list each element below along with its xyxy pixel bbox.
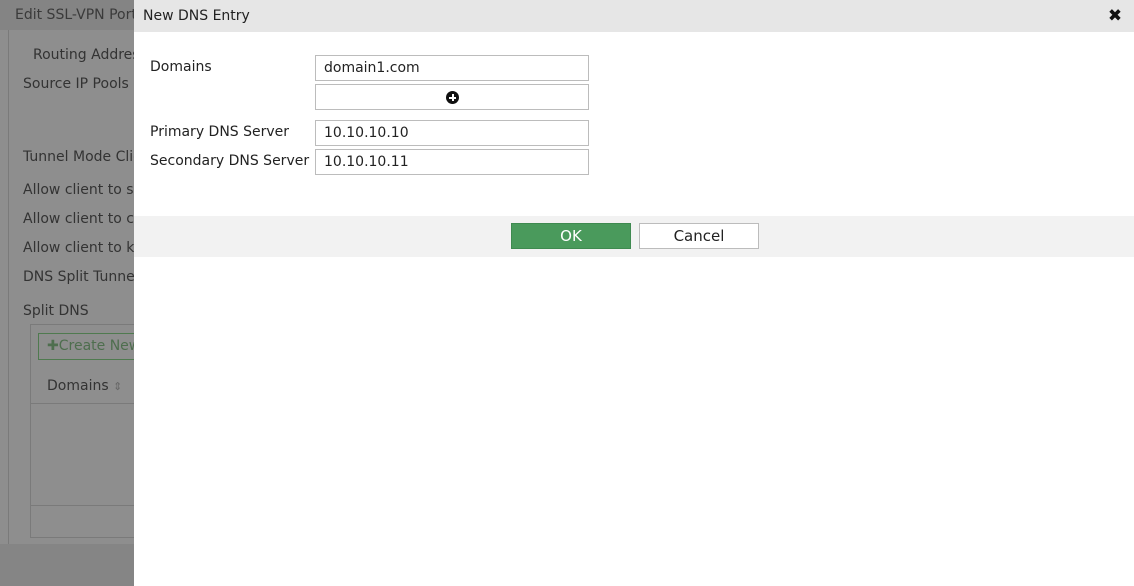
plus-circle-icon	[446, 91, 459, 104]
ok-button[interactable]: OK	[511, 223, 631, 249]
domain-input[interactable]	[315, 55, 589, 81]
bg-label-routing-address: Routing Addres	[33, 47, 140, 63]
bg-label-source-ip-pools: Source IP Pools	[23, 76, 129, 92]
add-domain-button[interactable]	[315, 84, 589, 110]
dialog-footer: OK Cancel	[134, 216, 1134, 257]
background-table-header-domains: Domains ⇕	[31, 368, 139, 404]
secondary-dns-input[interactable]	[315, 149, 589, 175]
bg-label-tunnel-mode: Tunnel Mode Clie	[23, 149, 142, 165]
secondary-dns-label: Secondary DNS Server	[150, 153, 310, 169]
new-dns-entry-dialog: New DNS Entry ✖ Domains Primary DNS Serv…	[134, 0, 1134, 586]
bg-label-allow-keep: Allow client to ke	[23, 240, 143, 256]
close-icon[interactable]: ✖	[1106, 6, 1124, 26]
dialog-header: New DNS Entry ✖	[134, 0, 1134, 32]
primary-dns-input[interactable]	[315, 120, 589, 146]
cancel-button[interactable]: Cancel	[639, 223, 759, 249]
bg-label-dns-split-tunnel: DNS Split Tunnel	[23, 269, 139, 285]
primary-dns-label: Primary DNS Server	[150, 124, 290, 140]
plus-icon: ✚	[47, 338, 59, 354]
bg-label-allow-save: Allow client to sa	[23, 182, 143, 198]
background-create-new-button: ✚Create New	[38, 333, 138, 360]
sort-icon: ⇕	[113, 380, 123, 393]
bg-label-allow-connect: Allow client to co	[23, 211, 143, 227]
dialog-title: New DNS Entry	[143, 8, 250, 24]
bg-label-split-dns: Split DNS	[23, 303, 89, 319]
background-table-divider	[31, 505, 139, 506]
domains-label: Domains	[150, 59, 212, 75]
